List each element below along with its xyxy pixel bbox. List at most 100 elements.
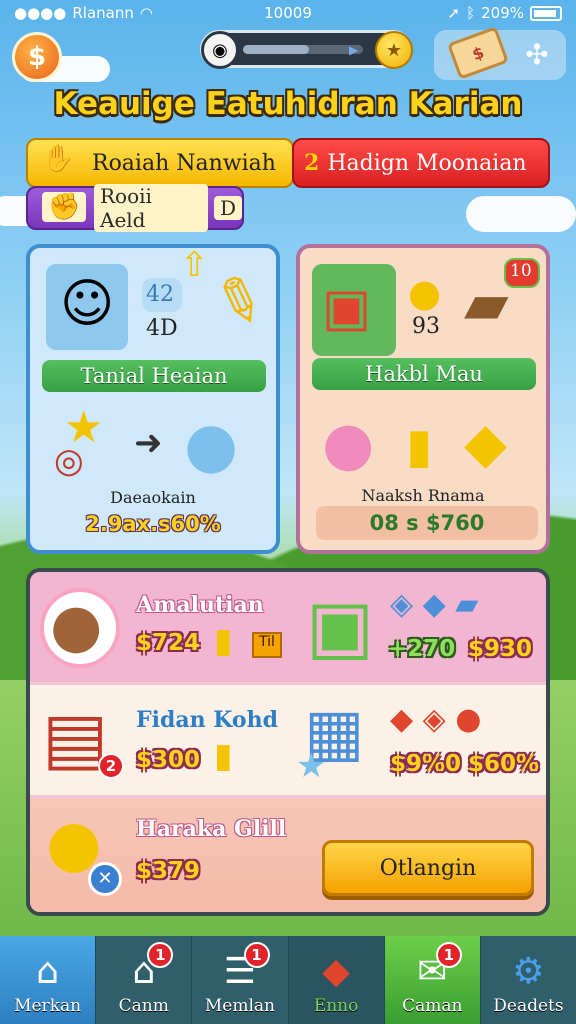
shop-row-1-price-b: +270 bbox=[388, 636, 456, 662]
glove-icon: ✊ bbox=[42, 192, 87, 222]
right-panel-stat: 93 bbox=[412, 314, 440, 339]
shop-row-2-badge: 2 bbox=[98, 753, 124, 779]
progress-track bbox=[243, 45, 363, 54]
fish-creature-icon: ● bbox=[322, 409, 375, 479]
hand-icon: ✋ bbox=[42, 144, 75, 174]
battery-item-icon: ▮ bbox=[214, 621, 233, 661]
status-bar: ●●●● Rlanann ◠ 10009 ➚ ᛒ 209% bbox=[0, 0, 576, 26]
gadgets-icon: ◈ ◆ ▰ bbox=[390, 587, 479, 622]
status-right: ➚ ᛒ 209% bbox=[362, 4, 562, 22]
shop-row-2-price: $300 bbox=[136, 747, 201, 773]
coin-icon: ● bbox=[408, 271, 442, 315]
left-panel-percent: 2.9ax.s60% bbox=[85, 512, 221, 536]
home-icon: ⌂ bbox=[36, 951, 60, 992]
character-icon: ☺ bbox=[60, 274, 115, 334]
gear-icon: ⚙ bbox=[512, 951, 545, 992]
nav-tab-3-badge: 1 bbox=[243, 942, 270, 968]
shop-row-1-price: $724 bbox=[136, 630, 201, 656]
treasure-icon: ▣ bbox=[322, 278, 372, 338]
status-time: 10009 bbox=[264, 4, 312, 22]
bear-icon: ● bbox=[50, 591, 103, 661]
right-panel-corner-badge: 10 bbox=[510, 261, 532, 281]
cloud bbox=[466, 196, 576, 232]
treasure-tile: ▣ bbox=[312, 264, 396, 356]
location-icon: ➚ bbox=[447, 4, 461, 22]
shop-row-1-name: Amalutian bbox=[136, 592, 264, 618]
nav-tab-5-badge: 1 bbox=[435, 942, 462, 968]
status-left: ●●●● Rlanann ◠ bbox=[14, 4, 214, 22]
ticket-icon[interactable]: $ bbox=[447, 26, 509, 80]
gold-bar-icon: ▮ bbox=[406, 418, 433, 474]
shop-row-3[interactable]: ● ✕ Haraka Glill $379 Otlangin bbox=[30, 798, 546, 912]
shop-row-3-name: Haraka Glill bbox=[136, 816, 287, 842]
nav-tab-4-label: Enno bbox=[313, 996, 359, 1016]
shop-list: ● Amalutian $724 ▮ Til ▣ ◈ ◆ ▰ +270 $930… bbox=[26, 568, 550, 916]
banner-red-label: Hadign Moonaian bbox=[327, 150, 527, 176]
bottom-nav: ⌂ Merkan 1 ⌂ Canm 1 ☰ Memlan ◆ Enno 1 ✉ … bbox=[0, 936, 576, 1024]
nav-tab-2-badge: 1 bbox=[147, 942, 174, 968]
progress-arrow-icon: ▶ bbox=[349, 43, 359, 57]
nav-tab-4[interactable]: ◆ Enno bbox=[288, 936, 385, 1024]
banner-purple-tag: D bbox=[213, 196, 242, 220]
wifi-icon: ◠ bbox=[139, 4, 153, 22]
arrow-up-icon: ⇧ bbox=[180, 245, 209, 285]
coin-icon: $ bbox=[27, 42, 47, 72]
banner-yellow-label: Roaiah Nanwiah bbox=[92, 150, 276, 176]
crate-icon: ▰ bbox=[464, 269, 509, 337]
banner-red-number: 2 bbox=[304, 150, 320, 176]
top-right-tray: $ ✣ bbox=[434, 26, 566, 80]
coins-icon: ◎ bbox=[54, 441, 84, 481]
carrier-name: Rlanann bbox=[72, 4, 134, 22]
progress-fill bbox=[243, 45, 309, 54]
blob-creature-icon: ● bbox=[184, 408, 239, 481]
pencil-icon: ✎ bbox=[203, 260, 275, 344]
items-icon: ◆ ◈ ● bbox=[390, 702, 482, 737]
banner-purple-label: Rooii Aeld bbox=[94, 184, 208, 232]
right-panel[interactable]: ▣ ● 93 ▰ 10 Hakbl Mau ● ▮ ◆ Naaksh Rnama… bbox=[296, 244, 550, 554]
shop-row-3-price: $379 bbox=[136, 858, 201, 884]
battery-item-icon: ▮ bbox=[214, 736, 233, 776]
shop-row-2-price-c: $60% bbox=[468, 751, 540, 777]
nav-tab-5[interactable]: 1 ✉ Caman bbox=[384, 936, 481, 1024]
left-panel[interactable]: ☺ 42 4D ⇧ ✎ Tanial Heaian ★ ◎ ➜ ● Daeaok… bbox=[26, 244, 280, 554]
nav-tab-2-label: Canm bbox=[118, 996, 169, 1016]
bluetooth-icon: ᛒ bbox=[466, 4, 476, 22]
paw-icon: ◉ bbox=[201, 31, 239, 69]
left-panel-caption: Daeaokain bbox=[110, 488, 196, 507]
box-icon: ◆ bbox=[322, 951, 350, 992]
shop-row-2[interactable]: ▤ 2 Fidan Kohd $300 ▮ ▦ ★ ◆ ◈ ● $9%0 $60… bbox=[30, 682, 546, 798]
shop-row-2-name: Fidan Kohd bbox=[136, 707, 278, 733]
stat-bottom: 4D bbox=[146, 316, 178, 341]
signal-icon: ●●●● bbox=[14, 4, 67, 22]
right-panel-label: Hakbl Mau bbox=[312, 358, 536, 390]
nav-tab-2[interactable]: 1 ⌂ Canm bbox=[96, 936, 193, 1024]
shop-row-3-button[interactable]: Otlangin bbox=[322, 840, 534, 896]
battery-percent: 209% bbox=[481, 4, 524, 22]
bear-avatar: ● bbox=[40, 588, 120, 668]
nav-tab-6[interactable]: ⚙ Deadets bbox=[480, 936, 576, 1024]
gold-ingot-icon: ◆ bbox=[464, 411, 508, 476]
nav-tab-3-label: Memlan bbox=[204, 996, 275, 1016]
stat-top: 42 bbox=[146, 282, 174, 307]
coin-shop-button[interactable]: $ bbox=[12, 32, 62, 82]
page-title: Keauige Eatuhidran Karian bbox=[53, 86, 523, 122]
shop-row-1[interactable]: ● Amalutian $724 ▮ Til ▣ ◈ ◆ ▰ +270 $930 bbox=[30, 572, 546, 682]
right-panel-caption: Naaksh Rnama bbox=[361, 486, 485, 505]
nav-tab-3[interactable]: 1 ☰ Memlan bbox=[192, 936, 289, 1024]
left-panel-label: Tanial Heaian bbox=[42, 360, 266, 392]
settings-grid-icon[interactable]: ✣ bbox=[522, 40, 552, 70]
banner-red[interactable]: 2 Hadign Moonaian bbox=[292, 138, 550, 188]
star-icon: ★ bbox=[296, 746, 327, 786]
nav-tab-5-label: Caman bbox=[402, 996, 463, 1016]
battery-icon bbox=[530, 5, 562, 21]
banner-purple[interactable]: ✊ Rooii Aeld D bbox=[26, 184, 244, 232]
star-reward-icon[interactable]: ★ bbox=[375, 31, 413, 69]
shop-row-1-price-c: $930 bbox=[468, 636, 533, 662]
robot-icon: ▣ bbox=[306, 584, 375, 668]
shop-row-1-tag: Til bbox=[252, 632, 282, 658]
level-progress: ◉ ▶ ★ bbox=[200, 30, 413, 69]
nav-tab-1[interactable]: ⌂ Merkan bbox=[0, 936, 97, 1024]
character-avatar: ☺ bbox=[46, 264, 128, 350]
arrow-right-icon: ➜ bbox=[134, 423, 163, 463]
banner-yellow[interactable]: ✋ Roaiah Nanwiah bbox=[26, 138, 294, 188]
